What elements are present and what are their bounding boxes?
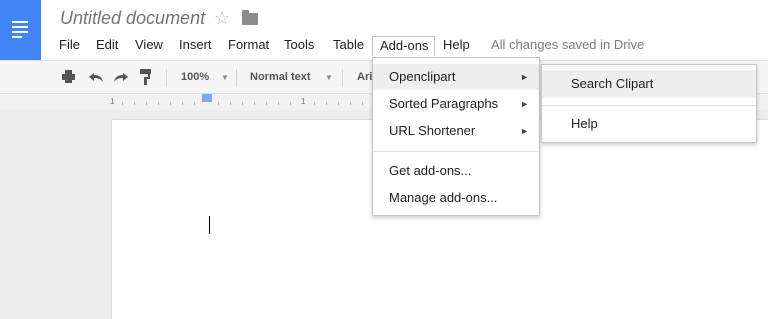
ruler-number: 1 (110, 97, 115, 106)
star-icon[interactable]: ☆ (214, 8, 230, 29)
menu-add-ons[interactable]: Add-ons (372, 36, 435, 56)
print-icon[interactable] (61, 70, 76, 84)
text-cursor (209, 216, 210, 234)
font-select[interactable]: Ari (357, 71, 372, 83)
add-ons-menu: Openclipart ► Sorted Paragraphs ► URL Sh… (372, 57, 540, 216)
openclipart-submenu: Search Clipart Help (541, 64, 757, 143)
toolbar-divider (342, 69, 343, 87)
style-caret-icon[interactable]: ▼ (325, 73, 333, 82)
menu-item-manage-add-ons[interactable]: Manage add-ons... (373, 185, 539, 211)
toolbar-divider (166, 69, 167, 87)
menu-item-search-clipart[interactable]: Search Clipart (542, 70, 756, 98)
menu-item-url-shortener[interactable]: URL Shortener ► (373, 118, 539, 144)
menu-edit[interactable]: Edit (89, 36, 125, 56)
menu-item-help[interactable]: Help (542, 110, 756, 138)
document-title[interactable]: Untitled document (60, 8, 205, 29)
menu-item-label: URL Shortener (389, 123, 476, 138)
menu-item-openclipart[interactable]: Openclipart ► (373, 64, 539, 90)
menu-item-label: Sorted Paragraphs (389, 96, 499, 111)
save-status[interactable]: All changes saved in Drive (491, 37, 644, 52)
menu-format[interactable]: Format (221, 36, 276, 56)
ruler-number: 1 (301, 97, 306, 106)
zoom-caret-icon[interactable]: ▼ (221, 73, 229, 82)
zoom-select[interactable]: 100% (181, 71, 209, 83)
menu-item-label: Openclipart (389, 69, 456, 84)
submenu-arrow-icon: ► (520, 126, 529, 136)
menu-table[interactable]: Table (326, 36, 371, 56)
docs-logo-icon[interactable] (0, 0, 41, 60)
menu-insert[interactable]: Insert (172, 36, 219, 56)
menu-help[interactable]: Help (436, 36, 477, 56)
submenu-arrow-icon: ► (520, 72, 529, 82)
menu-item-sorted-paragraphs[interactable]: Sorted Paragraphs ► (373, 91, 539, 117)
redo-icon[interactable] (113, 71, 129, 83)
undo-icon[interactable] (88, 71, 104, 83)
menu-divider (542, 105, 756, 106)
submenu-arrow-icon: ► (520, 99, 529, 109)
style-select[interactable]: Normal text (250, 71, 311, 83)
toolbar-divider (236, 69, 237, 87)
menu-file[interactable]: File (52, 36, 87, 56)
menu-tools[interactable]: Tools (277, 36, 321, 56)
indent-marker-icon[interactable] (202, 94, 212, 102)
menu-divider (373, 151, 539, 152)
top-bar: Untitled document ☆ File Edit View Inser… (0, 0, 768, 60)
menu-view[interactable]: View (128, 36, 170, 56)
paint-format-icon[interactable] (140, 69, 152, 85)
menu-item-get-add-ons[interactable]: Get add-ons... (373, 158, 539, 184)
folder-icon[interactable] (242, 10, 258, 25)
